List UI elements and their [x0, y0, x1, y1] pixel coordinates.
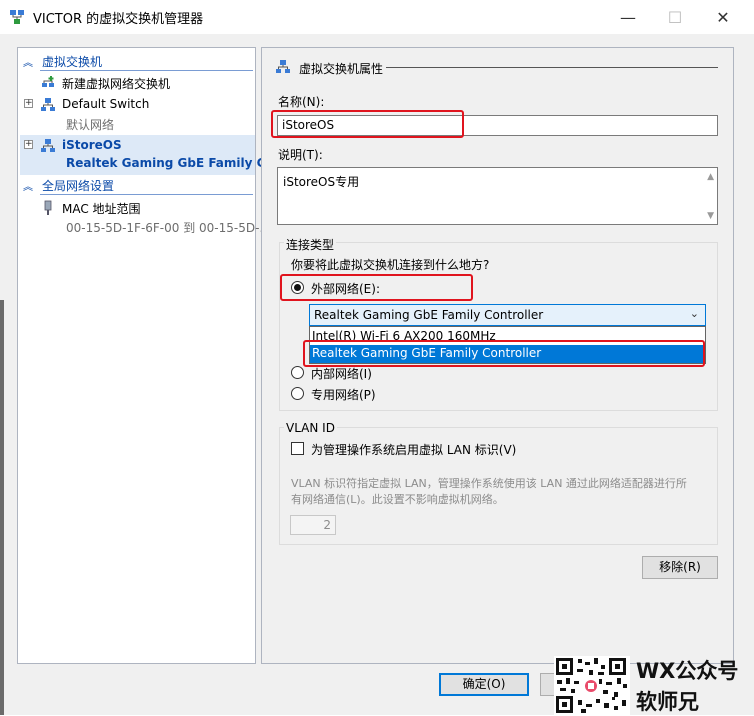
scroll-up-icon[interactable]: ▲: [707, 172, 714, 182]
tree-item-default-switch[interactable]: + Default Switch: [20, 95, 255, 115]
minimize-button[interactable]: —: [605, 0, 651, 34]
tree-item-label: 新建虚拟网络交换机: [62, 77, 171, 91]
description-scrollbar[interactable]: ▲ ▼: [701, 168, 717, 224]
vlan-checkbox-label[interactable]: 为管理操作系统启用虚拟 LAN 标识(V): [311, 441, 516, 458]
adapter-select-value: Realtek Gaming GbE Family Controller: [314, 308, 544, 322]
section-label: 全局网络设置: [42, 179, 115, 193]
vlan-title: VLAN ID: [284, 421, 337, 435]
tree-item-sublabel: Realtek Gaming GbE Family Co...: [66, 156, 288, 170]
tree-item-new-switch[interactable]: 新建虚拟网络交换机: [20, 73, 255, 93]
annotation-box-adapter: [303, 340, 705, 367]
qr-code-image: [554, 656, 630, 715]
description-text: iStoreOS专用: [283, 175, 360, 189]
window-title: VICTOR 的虚拟交换机管理器: [33, 12, 204, 27]
tree-item-label: MAC 地址范围: [62, 202, 141, 216]
radio-internal-label[interactable]: 内部网络(I): [311, 365, 372, 382]
close-button[interactable]: ✕: [700, 0, 746, 34]
tree-item-istoreos[interactable]: + iStoreOS: [20, 136, 255, 156]
radio-private[interactable]: [291, 387, 304, 400]
adapter-select[interactable]: Realtek Gaming GbE Family Controller ⌄: [309, 304, 706, 326]
properties-header: 虚拟交换机属性: [299, 62, 384, 76]
new-switch-icon: [42, 76, 54, 87]
expand-icon[interactable]: +: [24, 99, 33, 108]
chevron-down-icon[interactable]: ⌄: [690, 307, 699, 320]
watermark-line2: 软师兄: [636, 690, 699, 714]
annotation-box-external: [280, 274, 473, 301]
section-virtual-switches[interactable]: ︽ 虚拟交换机: [20, 52, 255, 71]
network-switch-icon: [276, 60, 290, 73]
tree-item-mac-range[interactable]: MAC 地址范围: [20, 198, 255, 218]
connection-type-title: 连接类型: [284, 236, 337, 253]
radio-private-label[interactable]: 专用网络(P): [311, 386, 376, 403]
section-divider: [40, 70, 253, 71]
background-edge: [0, 300, 4, 715]
header-divider: [386, 67, 718, 68]
tree-item-label: Default Switch: [62, 97, 150, 111]
watermark-line1: WX公众号: [636, 659, 739, 683]
vlan-checkbox[interactable]: [291, 442, 304, 455]
vlan-id-input[interactable]: 2: [290, 515, 336, 535]
name-label: 名称(N):: [278, 95, 325, 109]
connection-question: 你要将此虚拟交换机连接到什么地方?: [291, 258, 490, 272]
tree-item-sublabel: 默认网络: [66, 118, 115, 132]
collapse-chevron-icon: ︽: [23, 182, 33, 193]
radio-internal[interactable]: [291, 366, 304, 379]
title-bar: VICTOR 的虚拟交换机管理器 — ☐ ✕: [0, 0, 754, 34]
expand-icon[interactable]: +: [24, 140, 33, 149]
annotation-box-name: [271, 110, 464, 138]
switch-manager-icon: [10, 10, 24, 24]
vlan-description-line2: 有网络通信(L)。此设置不影响虚拟机网络。: [291, 493, 504, 506]
network-switch-icon: [41, 98, 55, 111]
description-textarea[interactable]: iStoreOS专用 ▲ ▼: [277, 167, 718, 225]
maximize-button[interactable]: ☐: [652, 0, 698, 34]
tree-item-label: iStoreOS: [62, 138, 122, 152]
vlan-description-line1: VLAN 标识符指定虚拟 LAN，管理操作系统使用该 LAN 通过此网络适配器进…: [291, 477, 687, 490]
collapse-chevron-icon: ︽: [23, 58, 33, 69]
section-divider: [40, 194, 253, 195]
scroll-down-icon[interactable]: ▼: [707, 211, 714, 221]
section-label: 虚拟交换机: [42, 55, 103, 69]
tree-item-sublabel: 00-15-5D-1F-6F-00 到 00-15-5D-...: [66, 221, 271, 235]
mac-address-icon: [44, 200, 52, 215]
network-switch-icon: [41, 139, 55, 152]
description-label: 说明(T):: [278, 148, 323, 162]
ok-button[interactable]: 确定(O): [439, 673, 529, 696]
switch-tree: ︽ 虚拟交换机 新建虚拟网络交换机 + Default Switch 默认网络 …: [17, 47, 287, 664]
section-global-settings[interactable]: ︽ 全局网络设置: [20, 176, 255, 195]
remove-button[interactable]: 移除(R): [642, 556, 718, 579]
